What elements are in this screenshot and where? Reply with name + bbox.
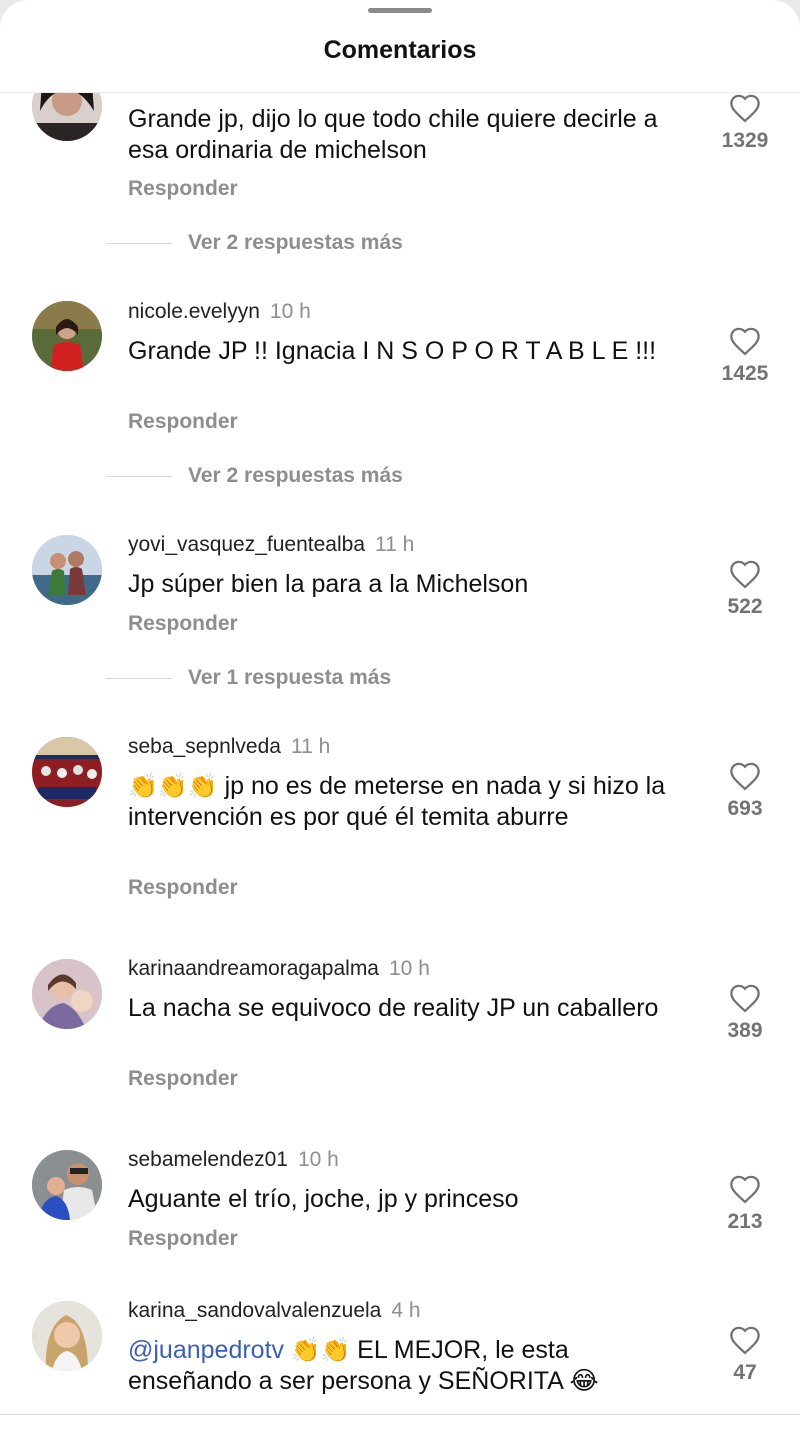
username[interactable]: sebamelendez01: [128, 1148, 288, 1171]
reply-line: [106, 475, 172, 477]
like-button[interactable]: 522: [712, 559, 778, 619]
comment-text: @juanpedrotv 👏👏 EL MEJOR, le esta enseña…: [128, 1335, 668, 1397]
username[interactable]: seba_sepnlveda: [128, 735, 281, 758]
view-replies-button[interactable]: Ver 1 respuesta más: [106, 666, 391, 690]
comment-text: Grande jp, dijo lo que todo chile quiere…: [128, 105, 658, 164]
heart-outline-icon: [730, 984, 760, 1013]
reply-button[interactable]: Responder: [128, 177, 238, 201]
comments-sheet: Comentarios Grande jp, dijo lo que todo …: [0, 0, 800, 1429]
timestamp: 10 h: [269, 300, 311, 323]
heart-outline-icon: [730, 94, 760, 123]
comment-meta: nicole.evelyyn 10 h: [128, 300, 311, 324]
like-count: 693: [727, 797, 763, 820]
reply-button[interactable]: Responder: [128, 1067, 238, 1091]
view-replies-label: Ver 2 respuestas más: [188, 464, 403, 487]
timestamp: 10 h: [297, 1148, 339, 1171]
like-count: 1329: [721, 129, 769, 152]
like-count: 1425: [721, 362, 769, 385]
comment-meta: karina_sandovalvalenzuela 4 h: [128, 1299, 421, 1323]
heart-outline-icon: [730, 327, 760, 356]
view-replies-label: Ver 2 respuestas más: [188, 231, 403, 254]
comment-text: La nacha se equivoco de reality JP un ca…: [128, 994, 659, 1022]
reply-line: [106, 677, 172, 679]
reply-button[interactable]: Responder: [128, 410, 238, 434]
heart-outline-icon: [730, 1175, 760, 1204]
heart-outline-icon: [730, 560, 760, 589]
reply-button[interactable]: Responder: [128, 612, 238, 636]
like-button[interactable]: 693: [712, 761, 778, 821]
drag-handle[interactable]: [368, 8, 432, 13]
comment-meta: sebamelendez01 10 h: [128, 1148, 339, 1172]
like-button[interactable]: 1329: [712, 93, 778, 153]
view-replies-label: Ver 1 respuesta más: [188, 666, 392, 689]
avatar[interactable]: [32, 301, 102, 371]
comment-text: Aguante el trío, joche, jp y princeso: [128, 1185, 519, 1213]
timestamp: 11 h: [290, 735, 331, 758]
like-count: 47: [733, 1361, 757, 1384]
comment-meta: seba_sepnlveda 11 h: [128, 735, 330, 759]
timestamp: 4 h: [391, 1299, 421, 1322]
like-button[interactable]: 1425: [712, 326, 778, 386]
clap-emoji: 👏👏: [284, 1337, 358, 1364]
avatar[interactable]: [32, 737, 102, 807]
like-count: 522: [727, 595, 763, 618]
avatar[interactable]: [32, 1301, 102, 1371]
like-button[interactable]: 47: [712, 1325, 778, 1385]
comment-list[interactable]: Grande jp, dijo lo que todo chile quiere…: [0, 93, 800, 1415]
comment-meta: yovi_vasquez_fuentealba 11 h: [128, 533, 414, 557]
reply-button[interactable]: Responder: [128, 1227, 238, 1251]
username[interactable]: yovi_vasquez_fuentealba: [128, 533, 365, 556]
like-count: 213: [727, 1210, 763, 1233]
reply-button[interactable]: Responder: [128, 876, 238, 900]
username[interactable]: nicole.evelyyn: [128, 300, 260, 323]
comment-text: Grande JP !! Ignacia I N S O P O R T A B…: [128, 337, 657, 365]
username[interactable]: karina_sandovalvalenzuela: [128, 1299, 381, 1322]
avatar[interactable]: [32, 959, 102, 1029]
comment-meta: karinaandreamoragapalma 10 h: [128, 957, 430, 981]
avatar[interactable]: [32, 535, 102, 605]
mention-link[interactable]: @juanpedrotv: [128, 1336, 284, 1364]
view-replies-button[interactable]: Ver 2 respuestas más: [106, 464, 403, 488]
view-replies-button[interactable]: Ver 2 respuestas más: [106, 231, 403, 255]
like-button[interactable]: 389: [712, 983, 778, 1043]
bottom-divider: [0, 1414, 800, 1415]
reply-line: [106, 242, 172, 244]
like-button[interactable]: 213: [712, 1174, 778, 1234]
sheet-title: Comentarios: [323, 36, 477, 64]
like-count: 389: [727, 1019, 763, 1042]
heart-outline-icon: [730, 1326, 760, 1355]
comment-text: Jp súper bien la para a la Michelson: [128, 570, 529, 598]
timestamp: 11 h: [375, 533, 415, 556]
avatar[interactable]: [32, 1150, 102, 1220]
clap-emoji: 👏👏👏: [128, 773, 218, 800]
heart-outline-icon: [730, 762, 760, 791]
timestamp: 10 h: [389, 957, 430, 980]
username[interactable]: karinaandreamoragapalma: [128, 957, 379, 980]
avatar[interactable]: [32, 93, 102, 141]
comment-text: 👏👏👏 jp no es de meterse en nada y si hiz…: [128, 771, 668, 833]
